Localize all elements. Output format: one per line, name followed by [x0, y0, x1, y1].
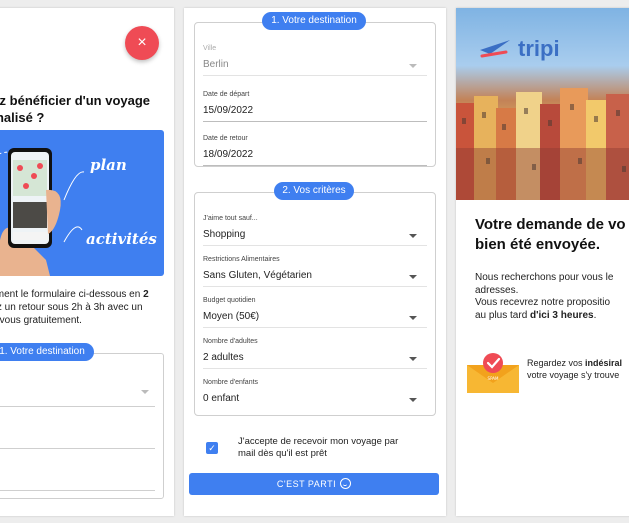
chevron-down-icon [409, 64, 417, 68]
spam-envelope-icon: SPAM [467, 353, 519, 393]
hero-word-activites: activités [86, 230, 157, 248]
chevron-down-icon [409, 275, 417, 279]
chevron-down-icon [141, 390, 149, 394]
chevron-down-icon [409, 316, 417, 320]
destination-card: Ville Berlin Date de départ 15/09/2022 D… [194, 22, 436, 167]
destination-form-preview [0, 353, 164, 499]
confirmation-panel: tripi Votre demande de vo bien été envoy… [456, 8, 629, 516]
budget-select[interactable]: Budget quotidien Moyen (50€) [203, 297, 427, 328]
intro-panel: × tez bénéficier d'un voyage nnalisé ? p… [0, 8, 174, 516]
adults-select[interactable]: Nombre d'adultes 2 adultes [203, 338, 427, 369]
consent-label: J'accepte de recevoir mon voyage par mai… [238, 436, 399, 459]
section-pill-criteria: 2. Vos critères [274, 182, 354, 200]
return-date-field[interactable]: Date de retour 18/09/2022 [203, 135, 427, 166]
consent-checkbox[interactable]: ✓ [206, 442, 218, 454]
destination-photo: tripi [456, 8, 629, 200]
svg-text:SPAM: SPAM [488, 376, 499, 381]
smiley-icon [340, 478, 352, 489]
hero-illustration: plan activités [0, 130, 164, 276]
children-select[interactable]: Nombre d'enfants 0 enfant [203, 379, 427, 406]
phone-hand-illustration [0, 148, 85, 276]
form-panel: Ville Berlin Date de départ 15/09/2022 D… [184, 8, 446, 516]
section-pill-destination: 1. Votre destination [0, 343, 94, 361]
confirmation-text: Nous recherchons pour vous le adresses. … [475, 272, 614, 321]
chevron-down-icon [409, 234, 417, 238]
tripi-logo-icon [480, 40, 510, 58]
chevron-down-icon [409, 398, 417, 402]
exclusions-select[interactable]: J'aime tout sauf... Shopping [203, 215, 427, 246]
field-underline [0, 490, 155, 491]
chevron-down-icon [409, 357, 417, 361]
submit-button[interactable]: C'EST PARTI [189, 473, 439, 495]
field-underline [0, 448, 155, 449]
section-pill-destination: 1. Votre destination [262, 12, 366, 30]
close-button[interactable]: × [125, 26, 159, 60]
departure-date-field[interactable]: Date de départ 15/09/2022 [203, 91, 427, 122]
hero-word-plan: plan [90, 156, 127, 174]
confirmation-title: Votre demande de vo bien été envoyée. [475, 216, 626, 253]
criteria-card: J'aime tout sauf... Shopping Restriction… [194, 192, 436, 416]
check-icon: ✓ [208, 443, 216, 453]
field-underline [0, 406, 155, 407]
close-icon: × [137, 34, 147, 51]
tripi-logo: tripi [518, 36, 560, 61]
intro-title: tez bénéficier d'un voyage nnalisé ? [0, 93, 151, 125]
spam-hint: Regardez vos indésiral votre voyage s'y … [527, 358, 623, 380]
city-select[interactable]: Ville Berlin [203, 45, 427, 76]
dietary-select[interactable]: Restrictions Alimentaires Sans Gluten, V… [203, 256, 427, 287]
intro-text: lement le formulaire ci-dessous en 2 rez… [0, 289, 149, 326]
